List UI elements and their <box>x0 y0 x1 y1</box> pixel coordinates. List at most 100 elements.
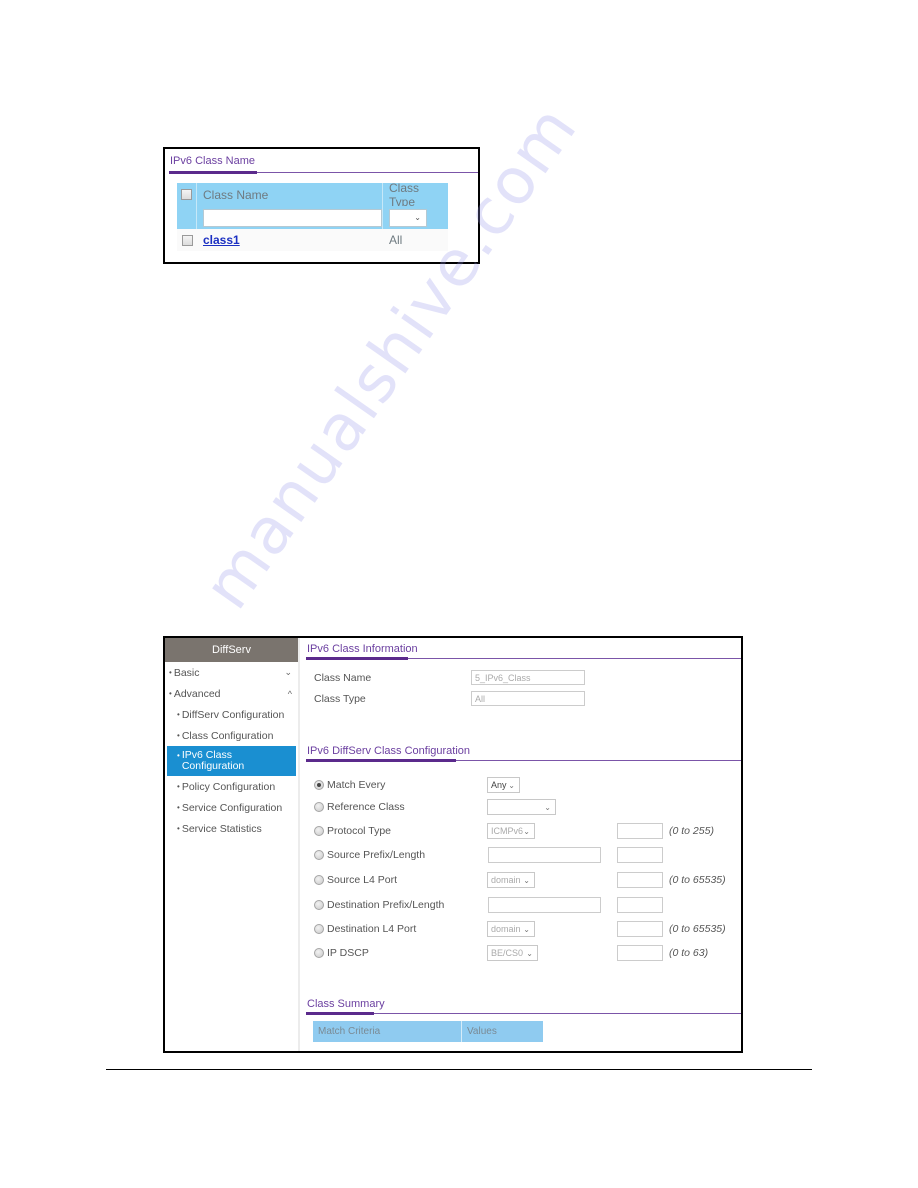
destination-l4-port-select[interactable]: domain ⌄ <box>487 921 535 937</box>
sidebar-item-policy-configuration[interactable]: • Policy Configuration <box>165 776 298 797</box>
section-underline <box>306 1012 374 1015</box>
sidebar-item-class-configuration[interactable]: • Class Configuration <box>165 725 298 746</box>
sidebar-item-label: IPv6 Class Configuration <box>181 749 245 772</box>
selected-value: domain <box>491 924 521 934</box>
chevron-down-icon[interactable]: ⌄ <box>284 667 292 678</box>
class-name-label: Class Name <box>314 672 372 684</box>
chevron-down-icon: ⌄ <box>414 213 421 222</box>
ip-dscp-select[interactable]: BE/CS0 ⌄ <box>487 945 538 961</box>
destination-prefix-length-value-input[interactable] <box>617 897 663 913</box>
sidebar-item-label: Basic <box>173 666 200 679</box>
protocol-type-value-input[interactable] <box>617 823 663 839</box>
column-header-class-type[interactable]: Class Type <box>383 181 448 209</box>
page-footer-rule <box>106 1069 812 1070</box>
section-underline <box>169 171 257 174</box>
destination-prefix-length-radio[interactable] <box>314 900 324 910</box>
reference-class-label: Reference Class <box>327 801 405 813</box>
filter-row: ⌄ <box>177 206 448 229</box>
protocol-type-label: Protocol Type <box>327 825 392 837</box>
sidebar-item-label: Class Configuration <box>181 729 274 742</box>
destination-l4-port-label: Destination L4 Port <box>327 923 417 935</box>
bullet-icon: • <box>177 824 180 833</box>
class-summary-table-header: Match Criteria Values <box>313 1021 543 1042</box>
match-every-label: Match Every <box>327 779 386 791</box>
source-l4-port-label: Source L4 Port <box>327 874 398 886</box>
match-every-radio[interactable] <box>314 780 324 790</box>
bullet-icon: • <box>177 731 180 740</box>
protocol-type-select[interactable]: ICMPv6 ⌄ <box>487 823 535 839</box>
sidebar-item-diffserv-configuration[interactable]: • DiffServ Configuration <box>165 704 298 725</box>
source-prefix-length-prefix-input[interactable] <box>488 847 601 863</box>
class-type-field: All <box>471 691 585 706</box>
ipv6-class-name-screenshot: IPv6 Class Name Class Name Class Type ⌄ … <box>163 147 480 264</box>
sidebar: DiffServ • Basic ⌄ • Advanced ^ • DiffServ Conf… <box>165 638 300 1051</box>
reference-class-select[interactable]: ⌄ <box>487 799 556 815</box>
destination-prefix-length-label: Destination Prefix/Length <box>327 899 445 911</box>
sidebar-header: DiffServ <box>165 638 298 662</box>
source-l4-port-range-hint: (0 to 65535) <box>669 874 726 886</box>
sidebar-item-label: DiffServ Configuration <box>181 708 285 721</box>
source-prefix-length-radio[interactable] <box>314 850 324 860</box>
ip-dscp-radio[interactable] <box>314 948 324 958</box>
row-checkbox[interactable] <box>181 234 193 246</box>
ip-dscp-label: IP DSCP <box>327 947 369 959</box>
chevron-down-icon: ⌄ <box>523 924 530 934</box>
table-header-row: Class Name Class Type <box>177 181 448 209</box>
chevron-down-icon: ⌄ <box>526 948 533 958</box>
select-all-checkbox[interactable] <box>181 189 192 200</box>
ip-dscp-range-hint: (0 to 63) <box>669 947 709 959</box>
source-prefix-length-value-input[interactable] <box>617 847 663 863</box>
class-type-filter-select[interactable]: ⌄ <box>389 208 427 227</box>
sidebar-item-ipv6-class-configuration[interactable]: • IPv6 Class Configuration <box>167 746 296 776</box>
config-section-title: IPv6 DiffServ Class Configuration <box>307 745 471 757</box>
info-section-title: IPv6 Class Information <box>307 643 418 655</box>
sidebar-item-service-configuration[interactable]: • Service Configuration <box>165 797 298 818</box>
sidebar-item-advanced[interactable]: • Advanced ^ <box>165 683 298 704</box>
destination-l4-port-value-input[interactable] <box>617 921 663 937</box>
class-name-field: 5_IPv6_Class <box>471 670 585 685</box>
match-every-select[interactable]: Any ⌄ <box>487 777 520 793</box>
summary-section-title: Class Summary <box>307 998 385 1010</box>
bullet-icon: • <box>177 782 180 791</box>
class-table: Class Name Class Type ⌄ class1 All <box>177 181 448 251</box>
bullet-icon: • <box>177 710 180 719</box>
class-name-link[interactable]: class1 <box>203 233 240 247</box>
selected-value: Any <box>491 780 507 790</box>
column-header-class-name[interactable]: Class Name <box>197 183 383 206</box>
section-underline <box>306 759 456 762</box>
sidebar-item-label: Policy Configuration <box>181 780 276 793</box>
destination-l4-port-radio[interactable] <box>314 924 324 934</box>
column-header-match-criteria: Match Criteria <box>313 1021 462 1042</box>
source-l4-port-select[interactable]: domain ⌄ <box>487 872 535 888</box>
destination-prefix-length-prefix-input[interactable] <box>488 897 601 913</box>
chevron-up-icon[interactable]: ^ <box>288 689 292 699</box>
section-title: IPv6 Class Name <box>170 155 255 167</box>
ipv6-class-configuration-screenshot: DiffServ • Basic ⌄ • Advanced ^ • DiffServ Conf… <box>163 636 743 1053</box>
sidebar-item-label: Advanced <box>173 687 221 700</box>
table-row: class1 All <box>177 229 448 251</box>
source-l4-port-radio[interactable] <box>314 875 324 885</box>
chevron-down-icon: ⌄ <box>544 802 551 812</box>
protocol-type-radio[interactable] <box>314 826 324 836</box>
selected-value: ICMPv6 <box>491 826 524 836</box>
reference-class-radio[interactable] <box>314 802 324 812</box>
bullet-icon: • <box>169 668 172 677</box>
ip-dscp-value-input[interactable] <box>617 945 663 961</box>
sidebar-item-service-statistics[interactable]: • Service Statistics <box>165 818 298 839</box>
sidebar-item-label: Service Statistics <box>181 822 262 835</box>
source-l4-port-value-input[interactable] <box>617 872 663 888</box>
section-underline <box>306 657 408 660</box>
protocol-type-range-hint: (0 to 255) <box>669 825 714 837</box>
sidebar-item-label: Service Configuration <box>181 801 283 814</box>
source-prefix-length-label: Source Prefix/Length <box>327 849 426 861</box>
bullet-icon: • <box>177 751 180 760</box>
chevron-down-icon: ⌄ <box>508 780 515 790</box>
main-panel: IPv6 Class Information Class Name 5_IPv6… <box>302 638 741 1051</box>
bullet-icon: • <box>169 689 172 698</box>
selected-value: BE/CS0 <box>491 948 524 958</box>
class-name-filter-input[interactable] <box>203 208 382 227</box>
sidebar-item-basic[interactable]: • Basic ⌄ <box>165 662 298 683</box>
selected-value: domain <box>491 875 521 885</box>
chevron-down-icon: ⌄ <box>523 875 530 885</box>
column-header-values: Values <box>467 1026 497 1037</box>
